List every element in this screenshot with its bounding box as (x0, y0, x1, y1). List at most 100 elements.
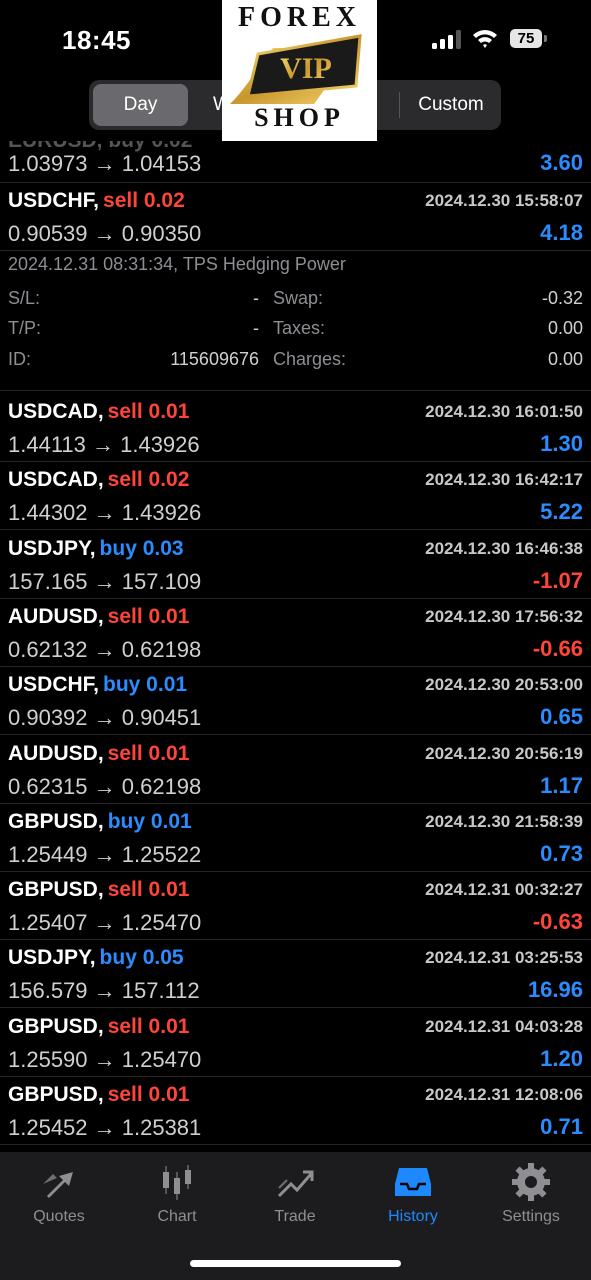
forex-vip-shop-logo: FOREX VIP SHOP (222, 0, 377, 141)
tab-history[interactable]: History (354, 1162, 472, 1242)
trade-symbol: AUDUSD, sell 0.01 (8, 605, 189, 629)
table-row[interactable]: USDJPY, buy 0.05 2024.12.31 03:25:53 156.57… (0, 940, 591, 1009)
trade-symbol: USDCHF, sell 0.02 (8, 189, 185, 213)
trade-chart-icon (277, 1170, 314, 1198)
swap-label: Swap: (273, 288, 324, 308)
trade-prices: 0.62132 → 0.62198 (8, 636, 202, 662)
wifi-icon (473, 30, 497, 48)
symbol-name: USDCAD, (8, 400, 104, 423)
cellular-signal-icon (432, 30, 462, 49)
trade-date: 2024.12.30 21:58:39 (425, 811, 583, 831)
segment-divider (399, 92, 400, 118)
trade-symbol: GBPUSD, sell 0.01 (8, 1083, 189, 1107)
candlestick-icon (163, 1165, 191, 1200)
table-row[interactable]: GBPUSD, buy 0.01 2024.12.30 21:58:39 1.2544… (0, 804, 591, 872)
trade-profit: -0.63 (532, 909, 583, 935)
symbol-name: USDCAD, (8, 468, 104, 492)
table-row[interactable]: GBPUSD, sell 0.01 2024.12.31 04:03:28 1.255… (0, 1009, 591, 1077)
trade-profit: 0.65 (540, 704, 583, 730)
table-row[interactable]: USDJPY, buy 0.03 2024.12.30 16:46:38 157.16… (0, 531, 591, 599)
trade-side: buy 0.01 (107, 809, 192, 833)
home-indicator[interactable] (190, 1260, 401, 1267)
charges-label: Charges: (273, 349, 347, 369)
trade-profit: 1.20 (540, 1045, 583, 1071)
trade-side: sell 0.01 (107, 400, 190, 423)
tab-trade-label: Trade (274, 1208, 316, 1225)
trade-symbol: GBPUSD, sell 0.01 (8, 1015, 189, 1039)
trade-detail-panel: 2024.12.31 08:31:34, TPS Hedging Power S… (0, 250, 591, 391)
table-row[interactable]: USDCAD, sell 0.01 2024.12.30 16:01:50 1.441… (0, 394, 591, 462)
symbol-name: USDJPY, (8, 946, 96, 970)
symbol-name: USDJPY, (8, 536, 96, 560)
trade-prices: 1.25407 → 1.25470 (8, 910, 202, 936)
symbol-name: AUDUSD, (8, 604, 104, 628)
trade-comment: 2024.12.31 08:31:34, TPS Hedging Power (8, 254, 346, 274)
tab-chart[interactable]: Chart (118, 1162, 236, 1242)
segment-custom[interactable]: Custom (405, 84, 497, 126)
trade-date: 2024.12.30 20:56:19 (425, 743, 583, 763)
trade-profit: 0.71 (540, 1114, 583, 1139)
tab-settings-label: Settings (502, 1208, 560, 1225)
trade-date: 2024.12.30 20:53:00 (425, 675, 583, 695)
trade-prices: 1.03973 → 1.04153 (8, 151, 202, 176)
trade-side: sell 0.02 (103, 189, 185, 212)
symbol-name: GBPUSD, (8, 878, 104, 902)
id-label: ID: (8, 349, 32, 369)
trade-date: 2024.12.31 00:32:27 (425, 880, 583, 900)
segment-day[interactable]: Day (93, 84, 188, 126)
trade-date: 2024.12.31 12:08:06 (425, 1085, 583, 1104)
tab-trade[interactable]: Trade (236, 1162, 354, 1242)
trade-profit: 1.30 (540, 431, 583, 456)
symbol-name: USDCHF, (8, 673, 100, 697)
tab-settings[interactable]: Settings (472, 1162, 590, 1242)
trade-side: sell 0.01 (107, 604, 190, 628)
trade-side: sell 0.02 (107, 468, 190, 492)
table-row[interactable]: 1.03973 → 1.04153 3.60 (0, 141, 591, 183)
trade-date: 2024.12.30 17:56:32 (425, 606, 583, 626)
trade-profit: -0.66 (532, 635, 583, 661)
trade-prices: 1.44302 → 1.43926 (8, 500, 202, 526)
tab-history-label: History (388, 1208, 438, 1225)
table-row[interactable]: GBPUSD, sell 0.01 2024.12.31 12:08:06 1.254… (0, 1077, 591, 1145)
sl-value: - (253, 288, 259, 308)
symbol-name: GBPUSD, (8, 1083, 104, 1106)
table-row[interactable]: AUDUSD, sell 0.01 2024.12.30 20:56:19 0.623… (0, 736, 591, 804)
trade-prices: 156.579 → 157.112 (8, 978, 200, 1004)
logo-ribbon-graphic: VIP (230, 34, 362, 104)
trade-side: buy 0.01 (103, 673, 188, 697)
table-row[interactable]: USDCHF, buy 0.01 2024.12.30 20:53:00 0.9039… (0, 667, 591, 736)
tab-quotes-label: Quotes (33, 1208, 85, 1225)
trade-symbol: AUDUSD, sell 0.01 (8, 742, 189, 766)
trade-profit: 0.73 (540, 840, 583, 866)
trade-prices: 1.25452 → 1.25381 (8, 1115, 202, 1140)
trade-side: sell 0.01 (107, 741, 190, 765)
trade-profit: 16.96 (527, 977, 583, 1003)
taxes-label: Taxes: (273, 318, 326, 338)
history-list[interactable]: EURUSD, buy 0.02 1.03973 → 1.04153 3.60 … (0, 141, 591, 1152)
trade-date: 2024.12.30 16:01:50 (425, 402, 583, 421)
battery-tip (544, 35, 547, 42)
trade-prices: 0.90539 → 0.90350 (8, 221, 202, 246)
trade-date: 2024.12.30 16:46:38 (425, 538, 583, 558)
table-row[interactable]: USDCAD, sell 0.02 2024.12.30 16:42:17 1.443… (0, 462, 591, 531)
taxes-value: 0.00 (547, 318, 583, 338)
tp-value: - (253, 318, 259, 338)
tab-chart-label: Chart (157, 1208, 197, 1225)
trade-side: buy 0.03 (99, 536, 184, 560)
trade-symbol: USDCHF, buy 0.01 (8, 673, 187, 697)
battery-indicator: 75 (510, 29, 542, 48)
table-row[interactable]: GBPUSD, sell 0.01 2024.12.31 00:32:27 1.254… (0, 872, 591, 941)
symbol-name: GBPUSD, (8, 1014, 104, 1038)
trade-symbol: USDCAD, sell 0.02 (8, 468, 189, 492)
trade-side: sell 0.01 (107, 1083, 190, 1106)
trade-side: sell 0.01 (107, 878, 190, 902)
id-value: 115609676 (170, 349, 259, 369)
trade-side: buy 0.05 (99, 946, 184, 970)
tab-quotes[interactable]: Quotes (0, 1162, 118, 1242)
table-row[interactable]: AUDUSD, sell 0.01 2024.12.30 17:56:32 0.621… (0, 599, 591, 667)
logo-middle-text: VIP (280, 52, 332, 85)
trade-symbol: USDJPY, buy 0.03 (8, 537, 184, 561)
quotes-arrows-icon (43, 1172, 73, 1198)
trade-prices: 1.25590 → 1.25470 (8, 1046, 202, 1072)
table-row[interactable]: USDCHF, sell 0.02 2024.12.30 15:58:07 0.905… (0, 183, 591, 251)
